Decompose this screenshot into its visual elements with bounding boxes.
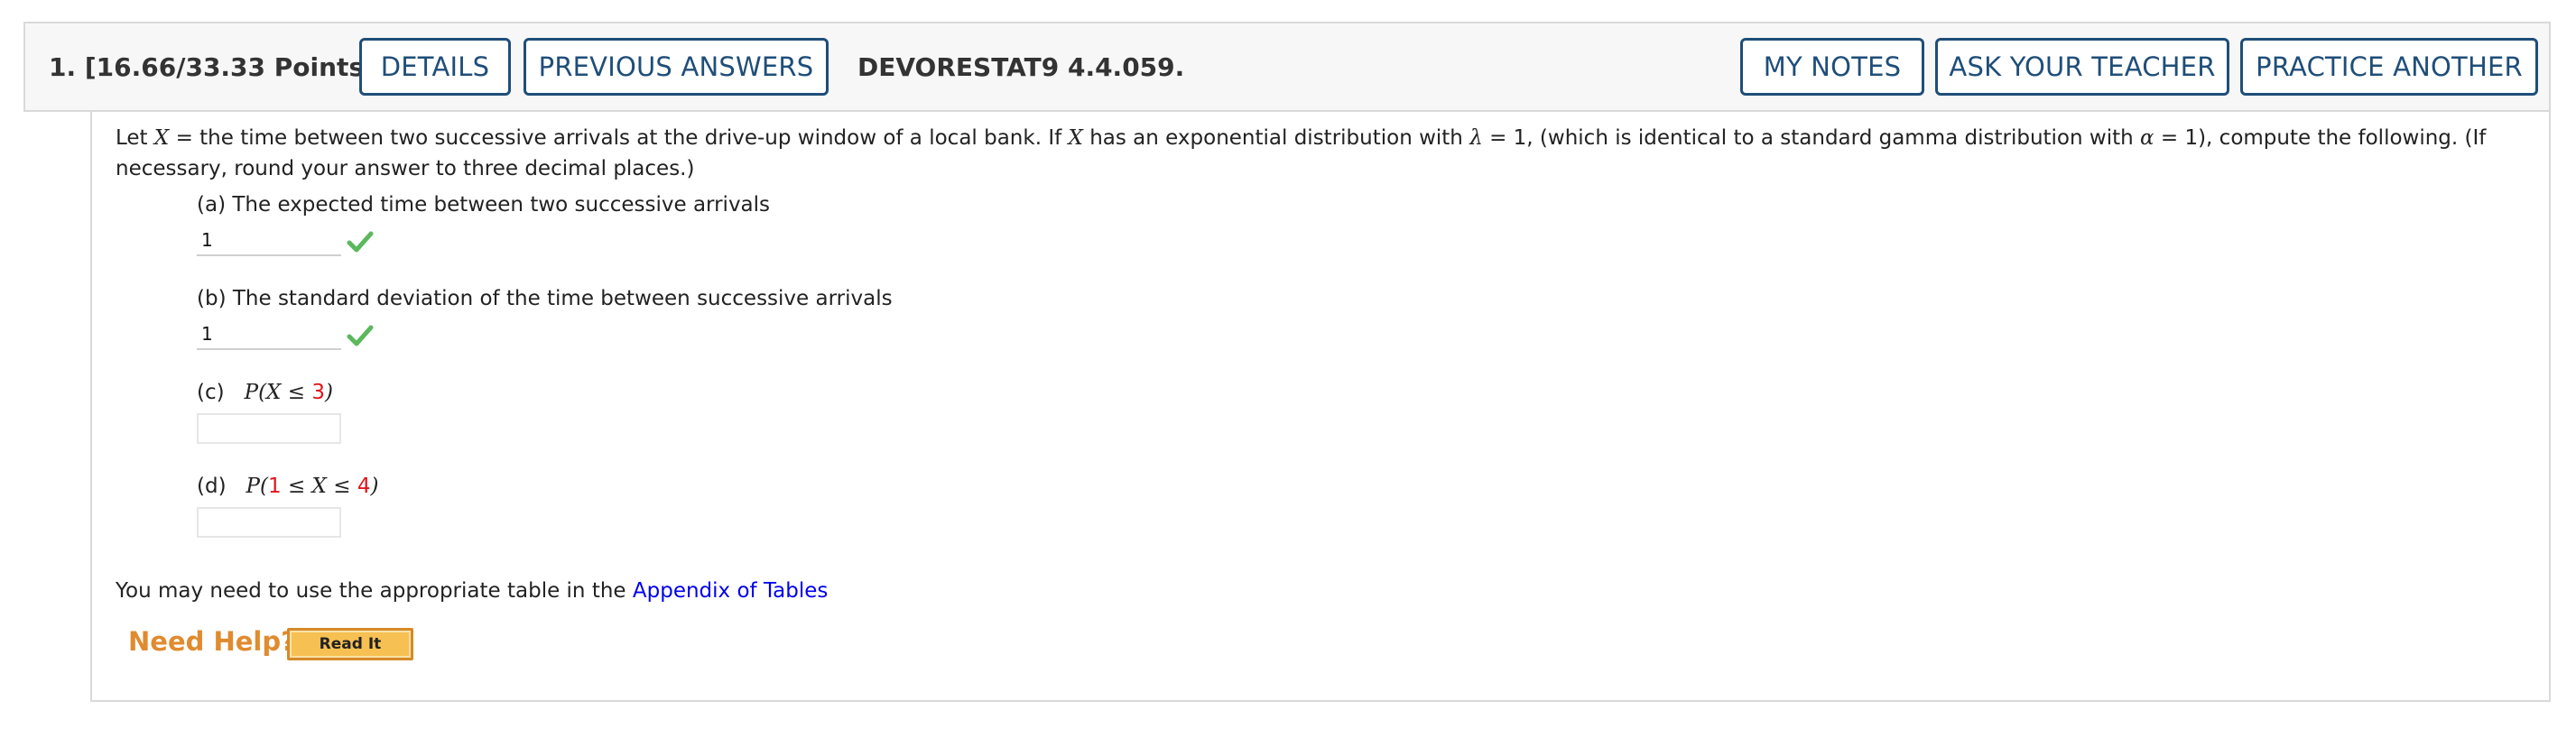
- math-text: P(X ≤: [244, 381, 312, 404]
- question-content: Let X = the time between two successive …: [90, 112, 2551, 702]
- highlighted-number: 3: [311, 381, 325, 404]
- question-points: 1. [16.66/33.33 Points]: [49, 51, 375, 82]
- need-help-label: Need Help?: [128, 626, 296, 657]
- part-d-label: (d) P(1 ≤ X ≤ 4): [197, 475, 378, 498]
- math-text: P(: [246, 475, 268, 498]
- alpha-symbol: α: [2140, 126, 2154, 150]
- part-a-answer-input[interactable]: [197, 226, 341, 256]
- previous-answers-button[interactable]: PREVIOUS ANSWERS: [524, 38, 829, 96]
- part-d-expression: P(1 ≤ X ≤ 4): [246, 475, 379, 498]
- part-c-prefix: (c): [197, 381, 225, 404]
- ask-your-teacher-button[interactable]: ASK YOUR TEACHER: [1935, 38, 2229, 96]
- intro-text: Let: [116, 126, 154, 150]
- part-b-answer-input[interactable]: [197, 319, 341, 350]
- intro-text: = 1, (which is identical to a standard g…: [1482, 126, 2140, 150]
- part-d-prefix: (d): [197, 475, 227, 498]
- table-note: You may need to use the appropriate tabl…: [116, 579, 828, 603]
- problem-statement: Let X = the time between two successive …: [116, 123, 2525, 184]
- read-it-button[interactable]: Read It: [287, 628, 413, 660]
- part-b-label: (b) The standard deviation of the time b…: [197, 287, 893, 310]
- question-code: DEVORESTAT9 4.4.059.: [857, 51, 1185, 82]
- highlighted-number: 4: [357, 475, 371, 498]
- part-c-answer-input[interactable]: [197, 413, 341, 444]
- variable-x: X: [1068, 126, 1083, 150]
- question-header: 1. [16.66/33.33 Points] DETAILS PREVIOUS…: [23, 22, 2551, 112]
- part-d-answer-input[interactable]: [197, 507, 341, 538]
- variable-x: X: [153, 126, 170, 150]
- part-a-label: (a) The expected time between two succes…: [197, 193, 771, 217]
- correct-check-icon: [347, 325, 374, 346]
- highlighted-number: 1: [268, 475, 282, 498]
- intro-text: = the time between two successive arriva…: [169, 126, 1069, 150]
- correct-check-icon: [347, 231, 374, 253]
- details-button[interactable]: DETAILS: [359, 38, 511, 96]
- math-text: ): [324, 381, 333, 404]
- my-notes-button[interactable]: MY NOTES: [1740, 38, 1924, 96]
- part-c-expression: P(X ≤ 3): [245, 381, 333, 404]
- intro-text: has an exponential distribution with: [1082, 126, 1470, 150]
- math-text: ): [370, 475, 379, 498]
- part-c-label: (c) P(X ≤ 3): [197, 381, 333, 404]
- lambda-symbol: λ: [1469, 126, 1483, 150]
- practice-another-button[interactable]: PRACTICE ANOTHER: [2240, 38, 2538, 96]
- appendix-of-tables-link[interactable]: Appendix of Tables: [633, 579, 829, 603]
- table-note-text: You may need to use the appropriate tabl…: [116, 579, 633, 603]
- math-text: ≤ X ≤: [281, 475, 357, 498]
